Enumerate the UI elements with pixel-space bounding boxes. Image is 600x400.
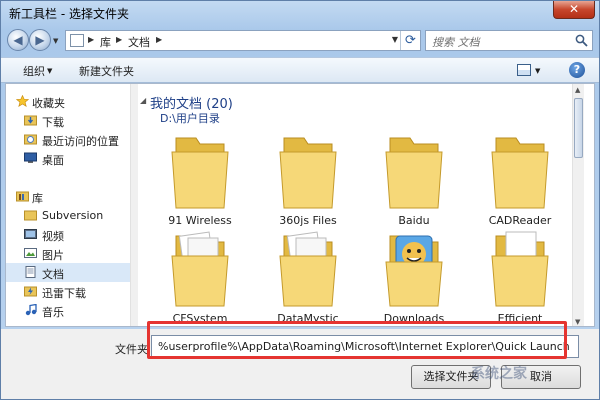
documents-icon	[25, 266, 36, 278]
pictures-icon	[24, 248, 37, 258]
sidebar-item-label: Subversion	[42, 209, 104, 222]
video-icon	[24, 229, 37, 239]
browser-area: 收藏夹 下载 最近访问的位置 桌面 库 Subversion 视频 图片 文档 …	[5, 83, 595, 327]
library-folder-icon	[24, 210, 37, 221]
folder-with-pages-icon	[171, 231, 229, 307]
scroll-thumb[interactable]	[574, 98, 583, 158]
chevron-right-icon[interactable]: ▶	[156, 35, 162, 44]
folder-name: Efficient	[497, 312, 543, 325]
library-path[interactable]: D:\用户目录	[160, 110, 220, 126]
folder-item[interactable]: CADReader	[470, 130, 570, 230]
sidebar-item-label: 下载	[42, 116, 64, 129]
sidebar-item-label: 收藏夹	[32, 97, 65, 110]
sidebar-item-pictures[interactable]: 图片	[6, 244, 130, 263]
sidebar-item-label: 最近访问的位置	[42, 135, 119, 148]
sidebar-item-label: 文档	[42, 268, 64, 281]
watermark: 系统之家	[471, 366, 527, 382]
recent-pages-dropdown[interactable]: ▼	[53, 37, 58, 45]
folder-item[interactable]: 360js Files	[258, 130, 358, 230]
sidebar-item-label: 图片	[42, 249, 64, 262]
sidebar-item-label: 音乐	[42, 306, 64, 319]
folder-item[interactable]: Baidu	[364, 130, 464, 230]
downloads-folder-icon	[385, 235, 443, 307]
address-dropdown-icon[interactable]: ▼	[392, 35, 398, 44]
folder-name: DataMystic	[277, 312, 339, 325]
search-input[interactable]: 搜索 文档	[432, 34, 480, 50]
star-icon	[16, 95, 29, 107]
address-bar[interactable]: ▶ 库 ▶ 文档 ▶ ▼ ⟳	[65, 30, 421, 51]
sidebar-item-label: 库	[32, 192, 43, 205]
window-title: 新工具栏 - 选择文件夹	[9, 7, 129, 21]
recent-places-icon	[24, 134, 37, 145]
sidebar-item-music[interactable]: 音乐	[6, 301, 130, 320]
music-icon	[25, 304, 37, 316]
folder-path-input[interactable]: %userprofile%\AppData\Roaming\Microsoft\…	[151, 335, 579, 358]
breadcrumb-library[interactable]: 库	[100, 34, 111, 50]
chevron-down-icon[interactable]: ▼	[47, 67, 52, 75]
desktop-icon	[24, 152, 37, 163]
title-bar[interactable]: 新工具栏 - 选择文件夹 ✕	[1, 1, 599, 23]
sidebar-item-desktop[interactable]: 桌面	[6, 149, 130, 168]
new-folder-button[interactable]: 新建文件夹	[79, 63, 134, 79]
search-box[interactable]: 搜索 文档	[425, 30, 593, 51]
scroll-up-icon[interactable]: ▲	[575, 86, 580, 94]
organize-button[interactable]: 组织	[23, 63, 45, 79]
sidebar-item-videos[interactable]: 视频	[6, 225, 130, 244]
folder-view: ◢ 我的文档 (20) D:\用户目录 91 Wireless 360js Fi…	[140, 84, 584, 326]
folder-name: CFSystem	[172, 312, 228, 325]
folder-name: 91 Wireless	[168, 214, 232, 227]
content-scrollbar[interactable]: ▲ ▼	[572, 84, 584, 326]
forward-button[interactable]: ▶	[29, 29, 51, 51]
sidebar-item-downloads[interactable]: 下载	[6, 111, 130, 130]
navigation-scrollbar[interactable]	[130, 84, 138, 326]
command-bar: 组织 ▼ 新建文件夹 ▼ ?	[1, 57, 599, 83]
navigation-pane: 收藏夹 下载 最近访问的位置 桌面 库 Subversion 视频 图片 文档 …	[6, 84, 130, 326]
view-options-icon[interactable]	[517, 64, 531, 76]
folder-item[interactable]: 91 Wireless	[150, 130, 250, 230]
sidebar-item-documents[interactable]: 文档	[6, 263, 130, 282]
folder-with-pages-icon	[279, 231, 337, 307]
folder-field-label: 文件夹	[115, 343, 148, 356]
folder-name: CADReader	[488, 214, 552, 227]
folder-icon	[171, 137, 229, 209]
breadcrumb-documents[interactable]: 文档	[128, 34, 150, 50]
chevron-right-icon[interactable]: ▶	[116, 35, 122, 44]
sidebar-item-label: 视频	[42, 230, 64, 243]
scroll-down-icon[interactable]: ▼	[575, 318, 580, 326]
folder-name: 360js Files	[279, 214, 337, 227]
close-button[interactable]: ✕	[553, 1, 595, 19]
sidebar-item-favorites[interactable]: 收藏夹	[6, 92, 130, 111]
thunder-download-icon	[24, 286, 37, 297]
address-folder-icon	[70, 34, 84, 47]
folder-item[interactable]: CFSystem	[150, 228, 250, 326]
refresh-icon[interactable]: ⟳	[400, 31, 420, 50]
folder-icon	[279, 137, 337, 209]
folder-item[interactable]: Downloads	[364, 228, 464, 326]
library-icon	[16, 191, 29, 202]
back-button[interactable]: ◀	[7, 29, 29, 51]
sidebar-item-library[interactable]: 库	[6, 187, 130, 206]
search-icon[interactable]	[575, 34, 588, 47]
sidebar-item-label: 迅雷下载	[42, 287, 86, 300]
help-icon[interactable]: ?	[569, 62, 585, 78]
sidebar-item-thunder-downloads[interactable]: 迅雷下载	[6, 282, 130, 301]
folder-item[interactable]: DataMystic	[258, 228, 358, 326]
folder-name: Downloads	[383, 312, 445, 325]
folder-name: Baidu	[398, 214, 430, 227]
chevron-down-icon[interactable]: ▼	[535, 67, 540, 75]
collapse-icon[interactable]: ◢	[140, 96, 146, 105]
folder-icon	[385, 137, 443, 209]
sidebar-item-subversion[interactable]: Subversion	[6, 206, 130, 225]
sidebar-item-label: 桌面	[42, 154, 64, 167]
folder-with-pages-icon	[491, 231, 549, 307]
select-folder-dialog: 新工具栏 - 选择文件夹 ✕ ◀ ▶ ▼ ▶ 库 ▶ 文档 ▶ ▼ ⟳ 搜索 文…	[0, 0, 600, 400]
sidebar-item-recent-places[interactable]: 最近访问的位置	[6, 130, 130, 149]
folder-icon	[491, 137, 549, 209]
address-row: ◀ ▶ ▼ ▶ 库 ▶ 文档 ▶ ▼ ⟳ 搜索 文档	[1, 25, 599, 55]
folder-item[interactable]: Efficient	[470, 228, 570, 326]
download-folder-icon	[24, 115, 37, 126]
chevron-right-icon[interactable]: ▶	[88, 35, 94, 44]
